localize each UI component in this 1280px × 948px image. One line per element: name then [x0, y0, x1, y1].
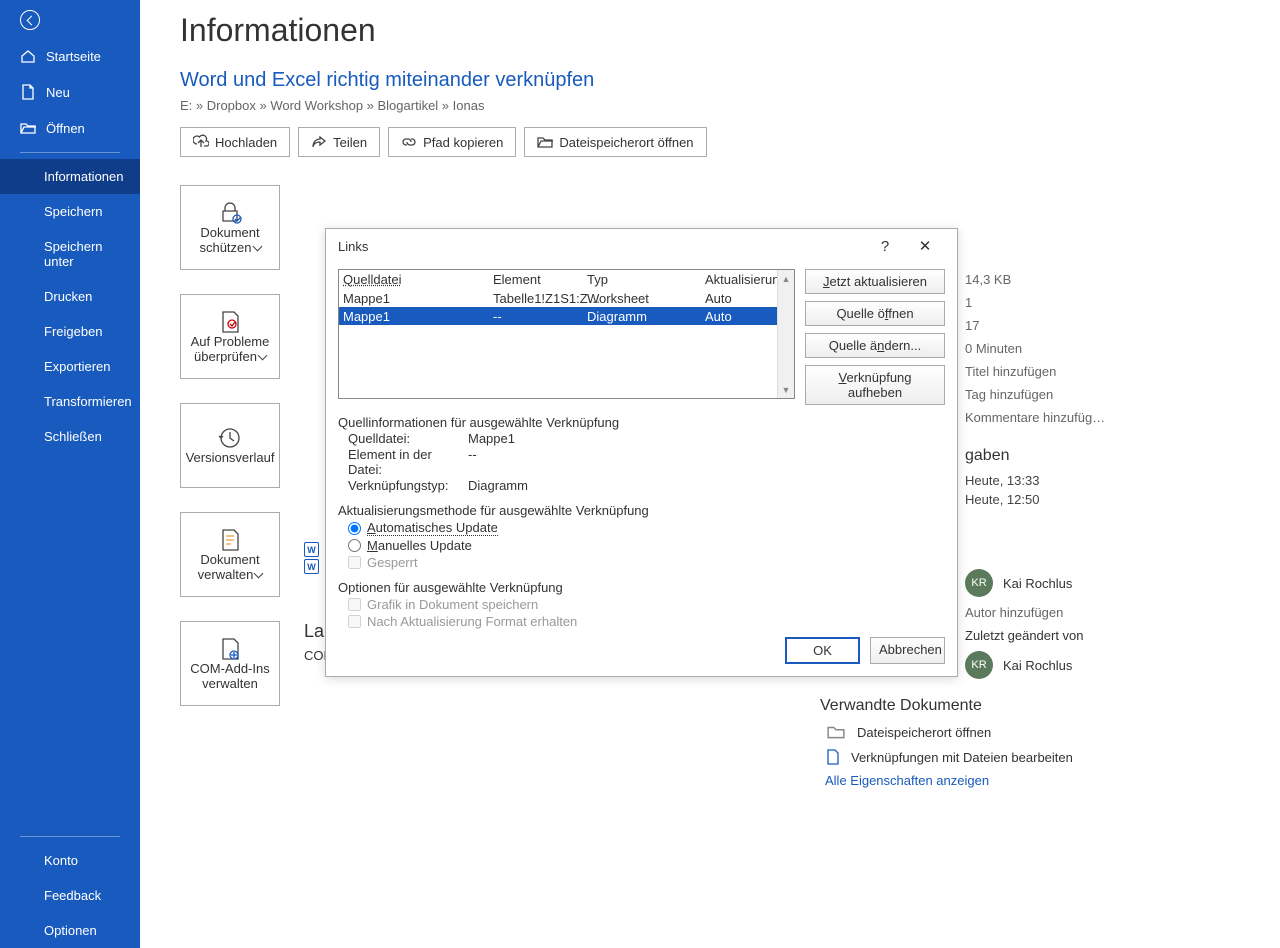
properties-panel: 14,3 KB 1 17 0 Minuten Titel hinzufügen …	[965, 230, 1240, 794]
ok-button[interactable]: OK	[785, 637, 860, 664]
prop-size: 14,3 KB	[965, 272, 1011, 287]
prop-pages: 1	[965, 295, 972, 310]
reldocs-heading: Verwandte Dokumente	[820, 697, 1240, 715]
nav-print[interactable]: Drucken	[0, 279, 140, 314]
openloc-button[interactable]: Dateispeicherort öffnen	[524, 127, 706, 157]
dialog-titlebar: Links ? ✕	[326, 229, 957, 263]
date-modified: Heute, 13:33	[965, 473, 1240, 488]
break-link-button[interactable]: Verknüpfung aufheben	[805, 365, 945, 405]
nav-saveas[interactable]: Speichern unter	[0, 229, 140, 279]
page-title: Informationen	[180, 12, 1240, 49]
list-header: Quelldatei Element Typ Aktualisierung	[339, 270, 794, 289]
dialog-side-buttons: Jetzt aktualisieren Quelle öffnen Quelle…	[805, 269, 945, 405]
protect-tile[interactable]: Dokument schützen	[180, 185, 280, 270]
folder-icon	[825, 723, 847, 741]
date-created: Heute, 12:50	[965, 492, 1240, 507]
edit-links-link[interactable]: Verknüpfungen mit Dateien bearbeiten	[825, 749, 1240, 765]
action-bar: Hochladen Teilen Pfad kopieren Dateispei…	[180, 127, 1240, 157]
cancel-button[interactable]: Abbrechen	[870, 637, 945, 664]
list-row[interactable]: Mappe1 Tabelle1!Z1S1:Z… Worksheet Auto	[339, 289, 794, 307]
keep-format-checkbox: Nach Aktualisierung Format erhalten	[348, 614, 945, 629]
prop-words: 17	[965, 318, 979, 333]
share-button[interactable]: Teilen	[298, 127, 380, 157]
share-icon	[311, 134, 327, 150]
word-icon	[304, 559, 319, 574]
history-tile[interactable]: Versionsverlauf	[180, 403, 280, 488]
nav-home[interactable]: Startseite	[0, 38, 140, 74]
nav-export[interactable]: Exportieren	[0, 349, 140, 384]
dialog-footer: OK Abbrechen	[338, 637, 945, 664]
file-link-icon	[825, 749, 841, 765]
open-source-button[interactable]: Quelle öffnen	[805, 301, 945, 326]
nav-options[interactable]: Optionen	[0, 913, 140, 948]
nav-feedback[interactable]: Feedback	[0, 878, 140, 913]
nav-share[interactable]: Freigeben	[0, 314, 140, 349]
com-icon	[216, 637, 244, 661]
scroll-up[interactable]: ▲	[778, 270, 794, 287]
breadcrumb: E: » Dropbox » Word Workshop » Blogartik…	[180, 98, 1240, 113]
upload-button[interactable]: Hochladen	[180, 127, 290, 157]
com-tile[interactable]: COM-Add-Ins verwalten	[180, 621, 280, 706]
nav-transform[interactable]: Transformieren	[0, 384, 140, 419]
options-section: Optionen für ausgewählte Verknüpfung Gra…	[338, 580, 945, 629]
backstage-sidebar: Startseite Neu Öffnen Informationen Spei…	[0, 0, 140, 948]
link-icon	[401, 134, 417, 150]
list-row-selected[interactable]: Mappe1 -- Diagramm Auto	[339, 307, 794, 325]
doc-title: Word und Excel richtig miteinander verkn…	[180, 69, 1240, 92]
manual-update-radio[interactable]: Manuelles Update	[348, 538, 945, 553]
open-icon	[20, 120, 36, 136]
change-source-button[interactable]: Quelle ändern...	[805, 333, 945, 358]
inspect-icon	[216, 310, 244, 334]
avatar: KR	[965, 569, 993, 597]
avatar: KR	[965, 651, 993, 679]
author-person[interactable]: KR Kai Rochlus	[965, 569, 1240, 597]
save-graphic-checkbox: Grafik in Dokument speichern	[348, 597, 945, 612]
back-button[interactable]	[20, 10, 40, 30]
close-button[interactable]: ✕	[905, 237, 945, 255]
manage-icon	[216, 528, 244, 552]
locked-checkbox: Gesperrt	[348, 555, 945, 570]
nav-account[interactable]: Konto	[0, 843, 140, 878]
copypath-button[interactable]: Pfad kopieren	[388, 127, 516, 157]
prop-edittime: 0 Minuten	[965, 341, 1022, 356]
lastmod-label: Zuletzt geändert von	[965, 628, 1240, 643]
inspect-tile[interactable]: Auf Probleme überprüfen	[180, 294, 280, 379]
home-icon	[20, 48, 36, 64]
auto-update-radio[interactable]: Automatisches Update	[348, 520, 945, 536]
separator	[20, 152, 120, 153]
new-icon	[20, 84, 36, 100]
update-method-section: Aktualisierungsmethode für ausgewählte V…	[338, 503, 945, 570]
prop-comment[interactable]: Kommentare hinzufüg…	[965, 410, 1105, 425]
nav-open[interactable]: Öffnen	[0, 110, 140, 146]
links-listbox[interactable]: Quelldatei Element Typ Aktualisierung Ma…	[338, 269, 795, 399]
protect-icon	[216, 201, 244, 225]
manage-tile[interactable]: Dokument verwalten	[180, 512, 280, 597]
separator	[20, 836, 120, 837]
open-location-link[interactable]: Dateispeicherort öffnen	[825, 723, 1240, 741]
add-author[interactable]: Autor hinzufügen	[965, 605, 1240, 620]
dates-heading: gaben	[965, 447, 1240, 465]
word-icon	[304, 542, 319, 557]
nav-new[interactable]: Neu	[0, 74, 140, 110]
update-now-button[interactable]: Jetzt aktualisieren	[805, 269, 945, 294]
scroll-down[interactable]: ▼	[778, 381, 794, 398]
help-button[interactable]: ?	[865, 238, 905, 255]
prop-tag[interactable]: Tag hinzufügen	[965, 387, 1053, 402]
upload-icon	[193, 134, 209, 150]
dialog-title: Links	[338, 239, 865, 254]
nav-close[interactable]: Schließen	[0, 419, 140, 454]
folder-icon	[537, 134, 553, 150]
links-dialog: Links ? ✕ Quelldatei Element Typ Aktuali…	[325, 228, 958, 677]
show-all-props[interactable]: Alle Eigenschaften anzeigen	[825, 773, 1240, 788]
source-info-section: Quellinformationen für ausgewählte Verkn…	[338, 415, 945, 493]
lastmod-person[interactable]: KR Kai Rochlus	[965, 651, 1240, 679]
prop-title[interactable]: Titel hinzufügen	[965, 364, 1056, 379]
scrollbar[interactable]: ▲ ▼	[777, 270, 794, 398]
nav-save[interactable]: Speichern	[0, 194, 140, 229]
nav-info[interactable]: Informationen	[0, 159, 140, 194]
history-icon	[216, 426, 244, 450]
